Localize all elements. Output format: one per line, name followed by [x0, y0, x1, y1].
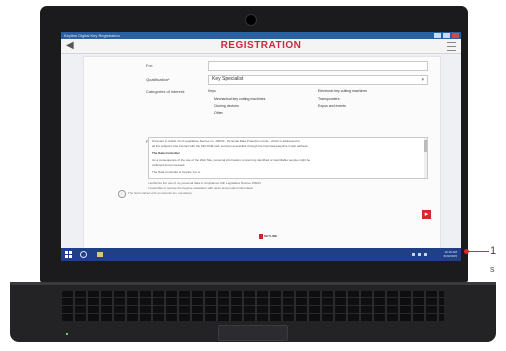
- privacy-line: As a consequence of the use of the Web S…: [152, 158, 311, 162]
- volume-icon[interactable]: [418, 253, 421, 256]
- privacy-heading: The Data Controller: [152, 151, 180, 155]
- close-icon[interactable]: [452, 33, 459, 38]
- window-title: Keyline Digital Key Registration: [64, 33, 120, 38]
- network-icon[interactable]: [412, 253, 415, 256]
- category-item[interactable]: Cloning devices: [214, 104, 239, 109]
- category-item[interactable]: Transponders: [318, 97, 339, 102]
- consent-data-checkbox[interactable]: I authorize the use of my personal data …: [148, 181, 261, 185]
- clock[interactable]: 10:16 AM 6/30/2015: [444, 250, 457, 258]
- app-header: ◀ REGISTRATION: [61, 39, 461, 54]
- keyline-logo: KEYLINE: [259, 234, 277, 239]
- category-item[interactable]: Other: [214, 111, 223, 116]
- minimize-icon[interactable]: [434, 33, 441, 38]
- clock-date: 6/30/2015: [443, 254, 457, 258]
- privacy-line: collected and processed.: [152, 163, 186, 167]
- system-tray: [412, 253, 427, 256]
- battery-icon[interactable]: [424, 253, 427, 256]
- qualification-value: Key Specialist: [212, 76, 244, 82]
- privacy-line: all the subjects who interact with the K…: [152, 144, 309, 148]
- status-leds: [66, 332, 70, 336]
- registration-form: For: Qualification* Key Specialist ▾ Cat…: [83, 56, 441, 250]
- info-icon: i: [118, 190, 126, 198]
- mandatory-note-text: The field marked with an asterisk are ma…: [128, 191, 193, 195]
- privacy-textarea[interactable]: Pursuant to Article 13 of Legislative De…: [148, 137, 428, 179]
- window-titlebar: Keyline Digital Key Registration: [61, 32, 461, 39]
- page-title: REGISTRATION: [220, 40, 302, 51]
- consent-newsletter-checkbox[interactable]: I would like to receive the Keyline news…: [148, 186, 253, 190]
- privacy-line: The Data Controller is Keyline S.p.A.: [152, 170, 201, 174]
- callout-line: [469, 251, 489, 252]
- privacy-scrollbar[interactable]: [424, 138, 427, 178]
- category-item[interactable]: Keys: [208, 89, 216, 94]
- hamburger-menu-icon[interactable]: [447, 42, 456, 51]
- categories-label: Categories of interest:: [146, 89, 186, 94]
- qualification-select[interactable]: Key Specialist ▾: [208, 75, 428, 85]
- taskbar: 10:16 AM 6/30/2015: [61, 248, 461, 261]
- touchpad: [218, 325, 288, 341]
- chevron-down-icon: ▾: [421, 77, 424, 83]
- search-icon[interactable]: [80, 251, 87, 258]
- for-input[interactable]: [208, 61, 428, 71]
- callout-sublabel: s: [490, 264, 495, 274]
- maximize-icon[interactable]: [443, 33, 450, 38]
- chevron-right-icon: ▸: [424, 211, 429, 218]
- category-item[interactable]: Mechanical key cutting machines: [214, 97, 265, 102]
- keyboard-rows: [62, 291, 444, 321]
- callout-label: 1: [490, 245, 497, 257]
- for-label: For:: [146, 63, 154, 68]
- keyline-logo-mark: [259, 234, 263, 239]
- webcam-icon: [245, 14, 257, 26]
- privacy-line: Pursuant to Article 13 of Legislative De…: [152, 139, 300, 143]
- privacy-scroll-thumb[interactable]: [424, 140, 427, 152]
- laptop-base: [10, 282, 496, 342]
- screen: Keyline Digital Key Registration ◀ REGIS…: [61, 32, 461, 261]
- category-item[interactable]: Electronic key cutting machines: [318, 89, 367, 94]
- next-button[interactable]: ▸: [422, 210, 431, 219]
- laptop-hinge: [10, 282, 496, 285]
- file-explorer-icon[interactable]: [97, 252, 103, 257]
- qualification-label: Qualification*: [146, 77, 170, 82]
- windows-start-icon[interactable]: [65, 251, 72, 258]
- window-controls: [434, 33, 459, 38]
- power-led-icon: [66, 333, 68, 335]
- keyline-logo-text: KEYLINE: [264, 234, 278, 238]
- category-item[interactable]: Expos and events: [318, 104, 346, 109]
